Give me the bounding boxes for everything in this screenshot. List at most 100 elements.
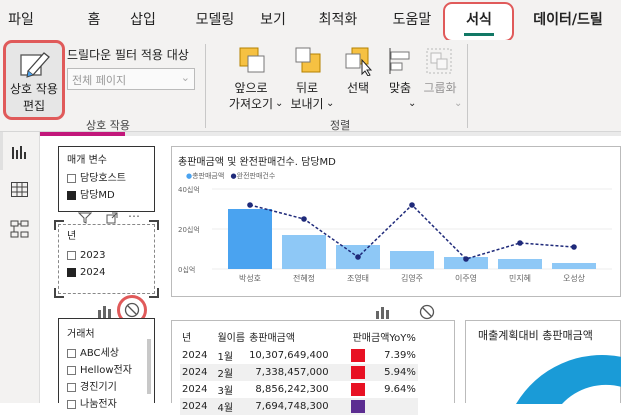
bring-forward-button[interactable]: 앞으로 가져오기 xyxy=(222,44,280,114)
bar[interactable] xyxy=(498,259,542,269)
slicer-option[interactable]: ABC세상 xyxy=(67,344,119,359)
bar[interactable] xyxy=(228,209,272,269)
group-label: 그룹화 xyxy=(423,81,457,95)
table-cell: 7.39% xyxy=(331,347,418,364)
table-header[interactable]: 판매금액YoY% xyxy=(331,325,418,347)
table-cell: 1월 xyxy=(217,352,234,363)
table-cell: 2월 xyxy=(217,369,234,380)
table-header[interactable]: 월이름 xyxy=(209,325,247,347)
align-label: 맞춤 xyxy=(388,81,412,95)
filter-interaction-icon[interactable] xyxy=(375,305,391,319)
filter-interaction-icon[interactable] xyxy=(97,304,113,318)
slicer-option[interactable]: 경진기기 xyxy=(67,378,117,393)
tab-insert[interactable]: 삽입 xyxy=(124,0,162,40)
drilldown-target-select[interactable]: 전체 페이지 ⌄ xyxy=(67,68,195,90)
tab-file[interactable]: 파일 xyxy=(2,0,40,40)
table-visual[interactable]: 년 월이름 총판매금액 판매금액YoY% 2024 1월 10,307,649,40… xyxy=(171,320,455,415)
y-tick-label: 40십억 xyxy=(178,185,200,194)
group-label-arrange: 정렬 xyxy=(330,119,351,132)
table-view-icon[interactable] xyxy=(11,182,28,197)
yoy-data-bar xyxy=(350,383,365,396)
report-view-icon[interactable] xyxy=(11,144,27,160)
yoy-data-bar xyxy=(350,366,365,379)
gauge-card[interactable]: 매출계획대비 총판매금액 xyxy=(465,320,621,404)
yoy-data-bar xyxy=(350,349,365,362)
table-row[interactable]: 2024 2월 7,338,457,000 5.94% xyxy=(180,364,418,381)
table-cell: 7,694,748,300 xyxy=(255,401,329,412)
none-interaction-icon[interactable] xyxy=(419,304,435,320)
tab-view[interactable]: 보기 xyxy=(255,0,291,40)
slicer-measure[interactable]: 매개 변수 담당호스트 담당MD xyxy=(58,146,155,212)
group-label-interactions: 상호 작용 xyxy=(86,119,130,132)
chevron-down-icon: ⌄ xyxy=(275,98,284,109)
selection-button[interactable]: 선택 xyxy=(338,44,378,100)
checkbox[interactable] xyxy=(67,365,76,375)
checkbox[interactable] xyxy=(67,399,76,409)
line-point[interactable] xyxy=(571,244,577,250)
slicer-vendor[interactable]: 거래처 ABC세상 Hellow전자 경진기기 나눔전자 xyxy=(58,318,155,410)
line-point[interactable] xyxy=(409,202,415,208)
table-row[interactable]: 2024 1월 10,307,649,400 7.39% xyxy=(180,347,418,364)
checkbox-checked[interactable] xyxy=(67,190,76,200)
table-cell: 2024 xyxy=(182,367,208,378)
tab-home[interactable]: 홈 xyxy=(75,0,113,40)
slicer-option-label: 나눔전자 xyxy=(80,399,117,410)
slicer-option[interactable]: 담당MD xyxy=(67,186,115,201)
selection-handles[interactable] xyxy=(54,220,159,298)
line-point[interactable] xyxy=(301,216,307,222)
table-row[interactable]: 2024 4월 7,694,748,300 xyxy=(180,398,418,415)
tab-data-drill[interactable]: 데이터/드릴 xyxy=(520,0,616,40)
x-tick-label: 민지혜 xyxy=(509,273,531,283)
combo-chart-plot[interactable]: 40십억 20십억 0십억박성호 전혜정 조영태 김영주 이주영 민지혜 오성상 xyxy=(172,147,620,296)
combo-chart-card[interactable]: 총판매금액 및 완전판매건수. 담당MD ●총판매금액 ●완전판매건수 40십억… xyxy=(171,146,621,297)
edit-interactions-label-2: 편집 xyxy=(22,99,46,113)
bring-forward-label: 앞으로 xyxy=(234,81,268,95)
y-tick-label: 20십억 xyxy=(178,225,200,234)
ribbon-separator xyxy=(467,44,468,128)
bar[interactable] xyxy=(390,251,434,269)
send-backward-button[interactable]: 뒤로 보내기 xyxy=(284,44,330,114)
tab-modeling[interactable]: 모델링 xyxy=(183,0,247,40)
table-cell: 9.64% xyxy=(331,381,418,398)
slicer-option[interactable]: Hellow전자 xyxy=(67,361,132,376)
none-interaction-icon[interactable] xyxy=(124,302,140,318)
data-table: 년 월이름 총판매금액 판매금액YoY% 2024 1월 10,307,649,40… xyxy=(180,325,418,415)
slicer-option-label: 경진기기 xyxy=(80,382,117,393)
x-tick-label: 김영주 xyxy=(401,273,423,283)
tab-help[interactable]: 도움말 xyxy=(384,0,440,40)
table-cell: 2024 xyxy=(182,401,208,412)
align-icon xyxy=(389,48,410,74)
table-header[interactable]: 총판매금액 xyxy=(247,325,331,347)
checkbox[interactable] xyxy=(67,348,76,358)
line-point[interactable] xyxy=(355,254,361,260)
slicer-option[interactable]: 담당호스트 xyxy=(67,169,126,184)
scrollbar[interactable] xyxy=(147,339,151,394)
chevron-down-icon: ⌄ xyxy=(326,98,335,109)
rail-active-indicator xyxy=(0,132,3,170)
ribbon-tab-bar: 파일 홈 삽입 모델링 보기 최적화 도움말 서식 데이터/드릴 xyxy=(0,0,621,42)
table-cell: 2024 xyxy=(182,384,208,395)
line-point[interactable] xyxy=(463,256,469,262)
model-view-icon[interactable] xyxy=(10,220,29,238)
checkbox[interactable] xyxy=(67,382,76,392)
tab-optimize[interactable]: 최적화 xyxy=(310,0,366,40)
checkbox[interactable] xyxy=(67,173,76,183)
slicer-option-label: ABC세상 xyxy=(80,348,119,359)
chevron-down-icon: ⌄ xyxy=(180,71,190,84)
view-rail xyxy=(0,132,40,403)
bar[interactable] xyxy=(552,263,596,269)
edit-interactions-button[interactable]: 상호 작용 편집 xyxy=(3,40,65,120)
selection-icon xyxy=(345,47,373,76)
line-point[interactable] xyxy=(247,202,253,208)
table-cell: 10,307,649,400 xyxy=(249,350,329,361)
table-row[interactable]: 2024 3월 8,856,242,300 9.64% xyxy=(180,381,418,398)
chevron-down-icon: ⌄ xyxy=(454,98,463,109)
bar[interactable] xyxy=(282,235,326,269)
gauge-chart[interactable] xyxy=(506,347,621,404)
edit-interactions-icon xyxy=(20,52,50,78)
table-cell: 2024 xyxy=(182,350,208,361)
report-canvas: 매개 변수 담당호스트 담당MD ⋯ 년 2023 2024 거래처 ABC세상… xyxy=(40,132,621,415)
line-point[interactable] xyxy=(517,240,523,246)
gauge-card-title: 매출계획대비 총판매금액 xyxy=(478,329,593,342)
table-header[interactable]: 년 xyxy=(180,325,209,347)
